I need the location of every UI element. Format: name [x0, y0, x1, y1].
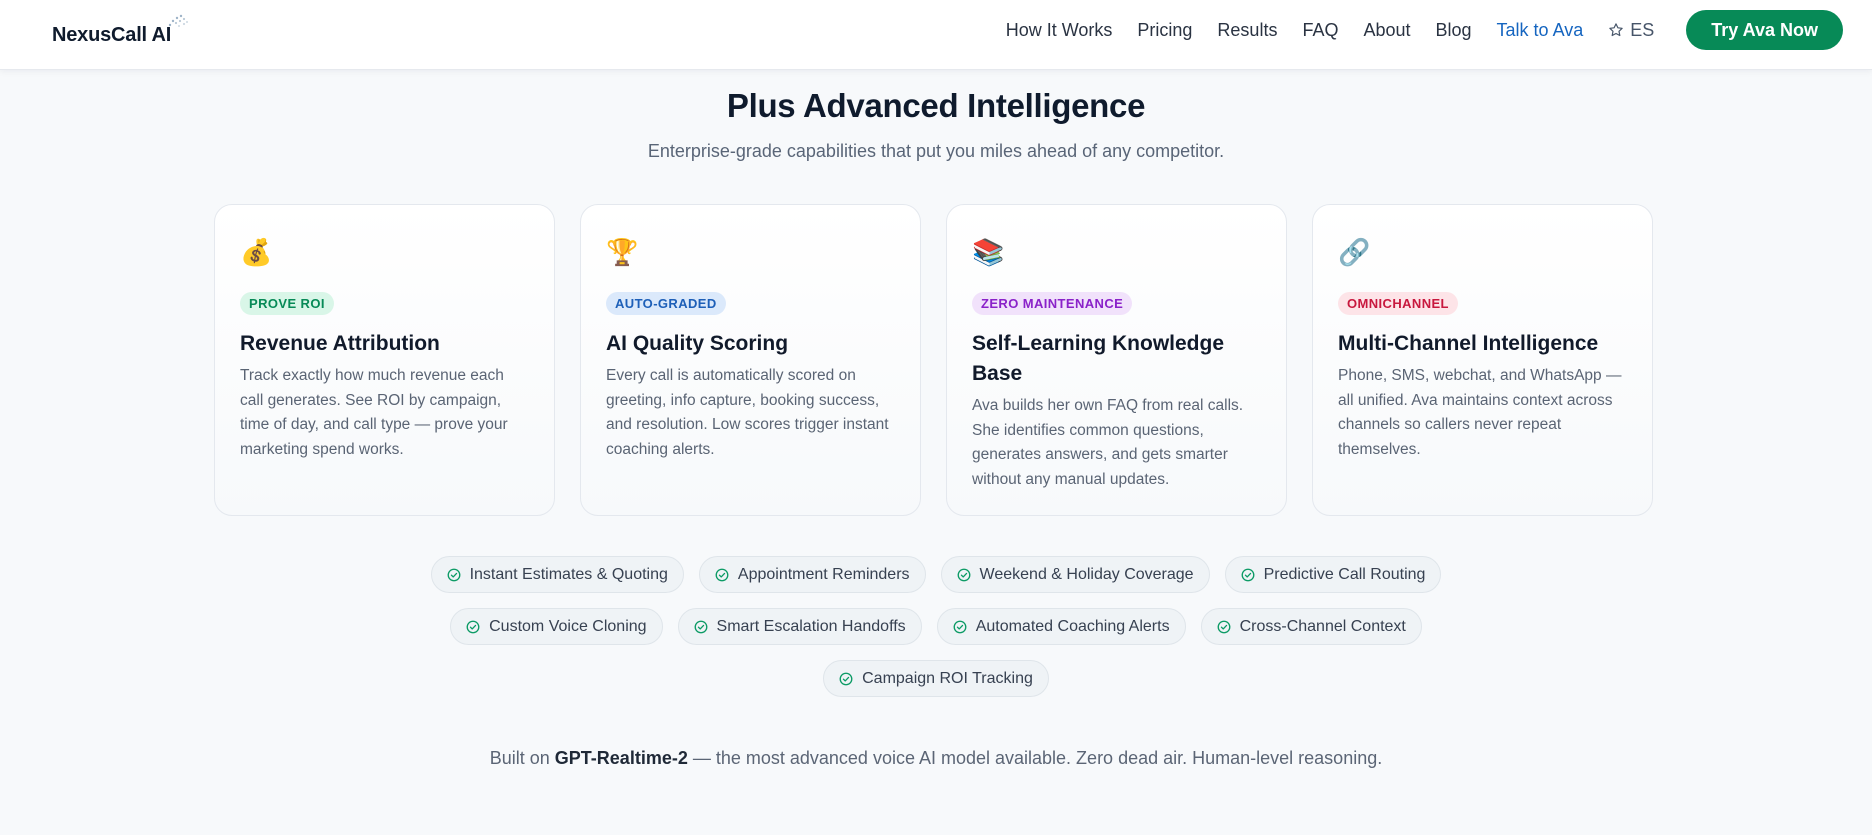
section-title: Plus Advanced Intelligence: [726, 87, 1146, 124]
chip-label: Smart Escalation Handoffs: [716, 617, 906, 635]
books-icon: 📚: [972, 237, 1005, 267]
feature-chip: Automated Coaching Alerts: [936, 608, 1186, 645]
try-ava-now-button[interactable]: Try Ava Now: [1686, 10, 1843, 50]
card-description: Every call is automatically scored on gr…: [606, 367, 889, 458]
feature-chip-row: Instant Estimates & Quoting Appointment …: [0, 556, 1872, 593]
nav-link-results[interactable]: Results: [1217, 20, 1277, 41]
feature-chip-row: Custom Voice Cloning Smart Escalation Ha…: [0, 608, 1872, 645]
feature-chip: Predictive Call Routing: [1224, 556, 1442, 593]
card-badge: OMNICHANNEL: [1338, 292, 1458, 315]
feature-card-self-learning-knowledge-base: 📚 ZERO MAINTENANCE Self-Learning Knowled…: [946, 204, 1287, 516]
top-nav: NexusCall AI How It Works Pricing Result…: [0, 0, 1872, 70]
check-circle-icon: [953, 620, 967, 633]
nav-link-faq[interactable]: FAQ: [1302, 20, 1338, 41]
feature-chip: Campaign ROI Tracking: [823, 660, 1049, 697]
chip-label: Instant Estimates & Quoting: [469, 565, 668, 583]
card-title: AI Quality Scoring: [606, 332, 789, 355]
nav-links: How It Works Pricing Results FAQ About B…: [1006, 0, 1872, 60]
card-title: Self-Learning Knowledge Base: [972, 332, 1225, 385]
feature-card-ai-quality-scoring: 🏆 AUTO-GRADED AI Quality Scoring Every c…: [580, 204, 921, 516]
built-on-suffix: — the most advanced voice AI model avail…: [687, 748, 1383, 768]
built-on-prefix: Built on: [489, 748, 555, 768]
feature-chip: Instant Estimates & Quoting: [430, 556, 684, 593]
logo-dots-icon: [168, 14, 188, 27]
nav-link-talk-to-ava[interactable]: Talk to Ava: [1497, 20, 1584, 41]
built-on-statement: Built on GPT-Realtime-2 — the most advan…: [0, 748, 1872, 769]
check-circle-icon: [715, 568, 729, 581]
check-circle-icon: [839, 672, 853, 685]
star-icon: [1609, 23, 1624, 37]
check-circle-icon: [447, 568, 460, 581]
chip-label: Custom Voice Cloning: [489, 617, 647, 635]
chip-label: Predictive Call Routing: [1263, 565, 1426, 583]
check-circle-icon: [1241, 568, 1255, 581]
trophy-icon: 🏆: [606, 237, 639, 267]
check-circle-icon: [466, 620, 480, 633]
feature-chip: Smart Escalation Handoffs: [677, 608, 922, 645]
card-badge: AUTO-GRADED: [606, 292, 726, 315]
nav-link-blog[interactable]: Blog: [1436, 20, 1472, 41]
card-description: Phone, SMS, webchat, and WhatsApp — all …: [1338, 367, 1622, 458]
model-name: GPT-Realtime-2: [554, 748, 688, 768]
nav-link-how-it-works[interactable]: How It Works: [1006, 20, 1113, 41]
feature-card-multi-channel-intelligence: 🔗 OMNICHANNEL Multi-Channel Intelligence…: [1312, 204, 1653, 516]
card-title: Revenue Attribution: [240, 332, 440, 355]
check-circle-icon: [1217, 620, 1231, 633]
nav-link-pricing[interactable]: Pricing: [1137, 20, 1192, 41]
chip-label: Automated Coaching Alerts: [975, 617, 1170, 635]
feature-chip: Custom Voice Cloning: [450, 608, 663, 645]
chip-label: Weekend & Holiday Coverage: [979, 565, 1194, 583]
chip-label: Cross-Channel Context: [1239, 617, 1406, 635]
link-icon: 🔗: [1338, 237, 1371, 267]
check-circle-icon: [957, 568, 970, 581]
feature-card-revenue-attribution: 💰 PROVE ROI Revenue Attribution Track ex…: [214, 204, 555, 516]
feature-chip: Appointment Reminders: [698, 556, 926, 593]
brand-logo[interactable]: NexusCall AI: [52, 24, 171, 47]
feature-chip: Cross-Channel Context: [1200, 608, 1422, 645]
section-subtitle: Enterprise-grade capabilities that put y…: [647, 141, 1225, 161]
card-badge: PROVE ROI: [240, 292, 334, 315]
language-toggle[interactable]: ES: [1608, 20, 1654, 41]
check-circle-icon: [694, 620, 707, 633]
feature-chip-row: Campaign ROI Tracking: [0, 660, 1872, 697]
card-description: Ava builds her own FAQ from real calls. …: [972, 397, 1244, 488]
chip-label: Appointment Reminders: [737, 565, 910, 583]
chip-label: Campaign ROI Tracking: [862, 669, 1033, 687]
nav-link-about[interactable]: About: [1363, 20, 1410, 41]
card-description: Track exactly how much revenue each call…: [240, 367, 508, 458]
feature-chip: Weekend & Holiday Coverage: [940, 556, 1210, 593]
card-title: Multi-Channel Intelligence: [1338, 332, 1599, 355]
money-bag-icon: 💰: [240, 237, 273, 267]
language-label: ES: [1630, 19, 1655, 40]
card-badge: ZERO MAINTENANCE: [972, 292, 1133, 315]
